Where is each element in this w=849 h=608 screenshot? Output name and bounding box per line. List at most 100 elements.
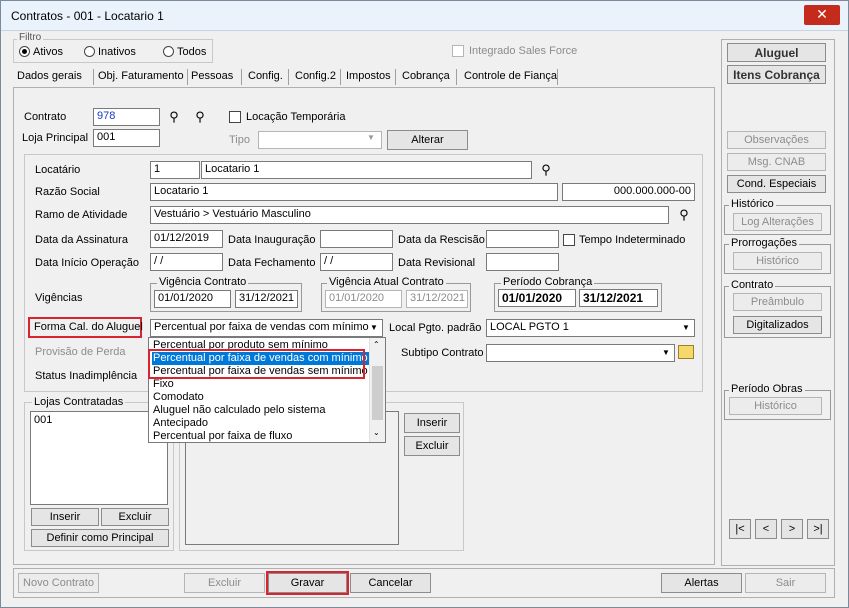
tab-dados-gerais[interactable]: Dados gerais <box>17 67 82 87</box>
dropdown-option[interactable]: Percentual por faixa de fluxo <box>152 430 369 443</box>
sair-button[interactable]: Sair <box>745 573 826 593</box>
scrollbar-thumb[interactable] <box>372 366 383 420</box>
forma-calc-select[interactable]: Percentual por faixa de vendas com mínim… <box>150 319 383 337</box>
local-pgto-select[interactable]: LOCAL PGTO 1 ▼ <box>486 319 695 337</box>
tab-obj-faturamento[interactable]: Obj. Faturamento <box>98 67 184 87</box>
razao-social-label: Razão Social <box>35 186 100 198</box>
aluguel-button[interactable]: Aluguel <box>727 43 826 62</box>
binoculars-icon[interactable]: ⚲ <box>675 206 693 224</box>
subtipo-contrato-select[interactable]: ▼ <box>486 344 675 362</box>
integrado-checkbox[interactable] <box>452 45 464 57</box>
vigencia-contrato-start[interactable]: 01/01/2020 <box>154 290 231 308</box>
nav-prev-button[interactable]: < <box>755 519 777 539</box>
tab-pessoas[interactable]: Pessoas <box>191 67 233 87</box>
dropdown-option[interactable]: Comodato <box>152 391 369 404</box>
cancelar-button[interactable]: Cancelar <box>350 573 431 593</box>
vigencia-contrato-end[interactable]: 31/12/2021 <box>235 290 298 308</box>
locatario-name-input[interactable]: Locatario 1 <box>201 161 532 179</box>
forma-calc-value: Percentual por faixa de vendas com mínim… <box>154 321 369 333</box>
excluir-button[interactable]: Excluir <box>184 573 265 593</box>
contrato-input[interactable]: 978 <box>93 108 160 126</box>
periodo-obras-historico-button[interactable]: Histórico <box>729 397 822 415</box>
data-assinatura-input[interactable]: 01/12/2019 <box>150 230 223 248</box>
log-alteracoes-button[interactable]: Log Alterações <box>733 213 822 231</box>
nav-last-button[interactable]: >| <box>807 519 829 539</box>
tab-config2[interactable]: Config.2 <box>295 67 336 87</box>
lojas-excluir-button[interactable]: Excluir <box>101 508 169 526</box>
subtipo-contrato-label: Subtipo Contrato <box>401 347 484 359</box>
data-revisional-label: Data Revisional <box>398 257 476 269</box>
vigencia-atual-title: Vigência Atual Contrato <box>327 276 446 288</box>
dropdown-option[interactable]: Antecipado <box>152 417 369 430</box>
radio-todos-label: Todos <box>177 46 207 58</box>
lojas-inserir-button[interactable]: Inserir <box>31 508 99 526</box>
itens-cobranca-button[interactable]: Itens Cobrança <box>727 65 826 84</box>
ramo-atividade-label: Ramo de Atividade <box>35 209 128 221</box>
vigencia-contrato-title: Vigência Contrato <box>157 276 249 288</box>
tab-separator <box>288 69 289 85</box>
chevron-down-icon[interactable]: ⌄ <box>373 428 380 437</box>
second-inserir-button[interactable]: Inserir <box>404 413 460 433</box>
novo-contrato-button[interactable]: Novo Contrato <box>18 573 99 593</box>
alertas-button[interactable]: Alertas <box>661 573 742 593</box>
gravar-highlight <box>266 571 349 595</box>
cond-especiais-button[interactable]: Cond. Especiais <box>727 175 826 193</box>
dropdown-option[interactable]: Fixo <box>152 378 369 391</box>
radio-inativos-label: Inativos <box>98 46 136 58</box>
tab-impostos[interactable]: Impostos <box>346 67 391 87</box>
locacao-temporaria-checkbox[interactable] <box>229 111 241 123</box>
folder-icon[interactable] <box>678 345 694 359</box>
tempo-indeterminado-checkbox[interactable] <box>563 234 575 246</box>
definir-principal-button[interactable]: Definir como Principal <box>31 529 169 547</box>
msg-cnab-button[interactable]: Msg. CNAB <box>727 153 826 171</box>
nav-next-button[interactable]: > <box>781 519 803 539</box>
tab-separator <box>93 69 94 85</box>
title-bar: Contratos - 001 - Locatario 1 ✕ <box>1 1 848 31</box>
locatario-code-input[interactable]: 1 <box>150 161 200 179</box>
tab-separator <box>187 69 188 85</box>
data-fechamento-input[interactable]: / / <box>320 253 393 271</box>
data-fechamento-label: Data Fechamento <box>228 257 316 269</box>
data-inauguracao-input[interactable] <box>320 230 393 248</box>
nav-first-button[interactable]: |< <box>729 519 751 539</box>
tab-separator <box>395 69 396 85</box>
periodo-cobranca-start[interactable]: 01/01/2020 <box>498 289 576 307</box>
tab-config[interactable]: Config. <box>248 67 283 87</box>
cnpj-input[interactable]: 000.000.000-00 <box>562 183 695 201</box>
dropdown-highlight <box>148 349 365 379</box>
periodo-cobranca-title: Período Cobrança <box>501 276 595 288</box>
chevron-down-icon: ▼ <box>370 323 378 332</box>
radio-ativos[interactable]: Ativos <box>19 46 63 58</box>
second-excluir-button[interactable]: Excluir <box>404 436 460 456</box>
dropdown-option[interactable]: Aluguel não calculado pelo sistema <box>152 404 369 417</box>
tab-controle-fianca[interactable]: Controle de Fiança <box>464 67 557 87</box>
observacoes-button[interactable]: Observações <box>727 131 826 149</box>
alterar-button[interactable]: Alterar <box>387 130 468 150</box>
data-revisional-input[interactable] <box>486 253 559 271</box>
razao-social-input[interactable]: Locatario 1 <box>150 183 558 201</box>
binoculars-icon[interactable]: ⚲ <box>537 161 555 179</box>
data-inicio-input[interactable]: / / <box>150 253 223 271</box>
tipo-select[interactable] <box>258 131 382 149</box>
radio-inativos[interactable]: Inativos <box>84 46 136 58</box>
forma-calc-label: Forma Cal. do Aluguel <box>34 321 143 333</box>
dropdown-scrollbar[interactable]: ⌃ ⌄ <box>369 338 385 442</box>
tab-separator <box>241 69 242 85</box>
periodo-cobranca-end[interactable]: 31/12/2021 <box>579 289 658 307</box>
close-button[interactable]: ✕ <box>804 5 840 25</box>
radio-todos[interactable]: Todos <box>163 46 206 58</box>
digitalizados-button[interactable]: Digitalizados <box>733 316 822 334</box>
radio-inativos-dot <box>84 46 95 57</box>
data-rescisao-input[interactable] <box>486 230 559 248</box>
tab-cobranca[interactable]: Cobrança <box>402 67 450 87</box>
prorrogacoes-historico-button[interactable]: Histórico <box>733 252 822 270</box>
binoculars-icon[interactable]: ⚲ <box>191 108 209 126</box>
chevron-up-icon[interactable]: ⌃ <box>373 340 380 349</box>
loja-principal-input[interactable]: 001 <box>93 129 160 147</box>
status-inadimplencia-label: Status Inadimplência <box>35 370 138 382</box>
data-assinatura-label: Data da Assinatura <box>35 234 128 246</box>
preambulo-button[interactable]: Preâmbulo <box>733 293 822 311</box>
list-item[interactable]: 001 <box>31 412 167 428</box>
binoculars-icon[interactable]: ⚲ <box>165 108 183 126</box>
ramo-atividade-input[interactable]: Vestuário > Vestuário Masculino <box>150 206 669 224</box>
